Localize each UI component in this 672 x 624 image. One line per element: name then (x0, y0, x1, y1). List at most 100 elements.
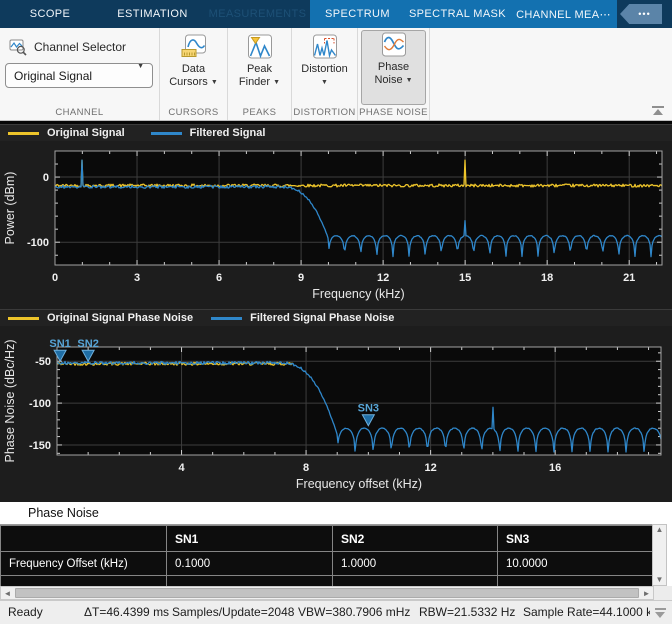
table-header-sn2: SN2 (333, 526, 498, 552)
x-tick-label: 4 (178, 462, 185, 474)
phase-noise-icon (381, 32, 407, 58)
row-label-frequency-offset: Frequency Offset (kHz) (1, 552, 167, 576)
collapse-toolstrip-icon[interactable] (652, 106, 665, 115)
table-header-empty (1, 526, 167, 552)
data-cursors-button[interactable]: Data Cursors ▼ CURSORS (160, 28, 228, 120)
data-cursors-label-line2: Cursors (169, 76, 208, 88)
table-header-row: SN1 SN2 SN3 (1, 526, 653, 552)
data-cursors-icon (181, 34, 207, 60)
table-vertical-scrollbar[interactable]: ▲ ▼ (652, 524, 667, 586)
status-collapse-icon[interactable] (650, 601, 672, 624)
legend-label: Original Signal Phase Noise (47, 312, 193, 324)
x-tick-label: 3 (134, 272, 140, 284)
scroll-right-icon[interactable]: ► (640, 589, 653, 598)
tab-spectral-mask[interactable]: SPECTRAL MASK (405, 0, 510, 28)
toolstrip: Channel Selector Original Signal ▼ CHANN… (0, 28, 672, 121)
status-vbw: VBW=380.7906 mHz (298, 605, 410, 619)
distortion-icon (312, 34, 338, 60)
marker-label-sn2: SN2 (77, 338, 98, 350)
toolbar-spacer (430, 28, 672, 120)
y-tick-label: -150 (29, 440, 51, 452)
x-tick-label: 15 (459, 272, 471, 284)
legend-line-yellow (8, 317, 39, 320)
power-spectrum-plot[interactable]: 0369121518210-100Frequency (kHz)Power (d… (0, 141, 672, 309)
legend-line-blue (151, 132, 182, 135)
status-ready: Ready (8, 605, 43, 619)
marker-label-sn1: SN1 (49, 338, 70, 350)
tab-spectrum[interactable]: SPECTRUM (310, 0, 405, 28)
chevron-down-icon: ▼ (321, 79, 328, 86)
data-cursors-label-line1: Data (182, 63, 205, 75)
tab-scope[interactable]: SCOPE (0, 0, 100, 28)
table-row: Frequency Offset (kHz) 0.1000 1.0000 10.… (1, 552, 653, 576)
spectrum-analyzer-window: SCOPE ESTIMATION MEASUREMENTS SPECTRUM S… (0, 0, 672, 624)
scroll-left-icon[interactable]: ◄ (1, 589, 14, 598)
tab-estimation[interactable]: ESTIMATION (100, 0, 205, 28)
channel-selector-label: Channel Selector (34, 40, 126, 54)
channel-group: Channel Selector Original Signal ▼ CHANN… (0, 28, 160, 120)
channel-dropdown-value: Original Signal (14, 69, 92, 83)
more-tabs-button[interactable]: ••• (620, 4, 662, 24)
table-horizontal-scrollbar[interactable]: ◄ ► (0, 586, 654, 600)
legend-item-original-phase-noise[interactable]: Original Signal Phase Noise (8, 312, 193, 324)
x-axis-label: Frequency (kHz) (312, 287, 404, 301)
x-axis-label: Frequency offset (kHz) (296, 477, 422, 491)
toolstrip-tab-bar: SCOPE ESTIMATION MEASUREMENTS SPECTRUM S… (0, 0, 672, 28)
cursors-section-label: CURSORS (160, 107, 227, 118)
phase-noise-panel: Phase Noise SN1 SN2 SN3 Frequency Offset… (0, 502, 672, 600)
phase-noise-plot[interactable]: 481216-50-100-150Frequency offset (kHz)P… (0, 327, 672, 499)
x-tick-label: 16 (549, 462, 561, 474)
tab-bar-spacer: ••• (617, 0, 672, 28)
y-tick-label: -100 (29, 398, 51, 410)
tab-measurements[interactable]: MEASUREMENTS (205, 0, 310, 28)
peak-finder-icon (247, 34, 273, 60)
phase-noise-table: SN1 SN2 SN3 Frequency Offset (kHz) 0.100… (0, 524, 652, 586)
x-tick-label: 0 (52, 272, 58, 284)
peak-finder-button[interactable]: Peak Finder ▼ PEAKS (228, 28, 292, 120)
status-sample-rate: Sample Rate=44.1000 kHz (523, 605, 667, 619)
channel-dropdown[interactable]: Original Signal ▼ (5, 63, 153, 88)
x-tick-label: 12 (424, 462, 436, 474)
y-tick-label: 0 (43, 172, 49, 184)
x-tick-label: 12 (377, 272, 389, 284)
legend-item-original-signal[interactable]: Original Signal (8, 127, 125, 139)
table-header-sn3: SN3 (498, 526, 653, 552)
cell-sn2-frequency-offset[interactable]: 1.0000 (333, 552, 498, 576)
channel-selector-icon (9, 38, 27, 56)
chevron-down-icon: ▼ (406, 77, 413, 84)
scroll-up-icon[interactable]: ▲ (656, 525, 664, 535)
legend-line-blue (211, 317, 242, 320)
status-rbw: RBW=21.5332 Hz (419, 605, 515, 619)
cell-sn3-frequency-offset[interactable]: 10.0000 (498, 552, 653, 576)
x-tick-label: 8 (303, 462, 309, 474)
scroll-down-icon[interactable]: ▼ (656, 575, 664, 585)
plots-area: Original Signal Filtered Signal 0 3 6 9 12 15… (0, 121, 672, 502)
cell-sn1-frequency-offset[interactable]: 0.1000 (167, 552, 333, 576)
peak-finder-label-line2: Finder (239, 76, 270, 88)
x-tick-label: 21 (623, 272, 635, 284)
peak-finder-label-line1: Peak (247, 63, 272, 75)
scrollbar-corner (654, 586, 672, 600)
status-bar: Ready ΔT=46.4399 ms Samples/Update=2048 … (0, 600, 672, 624)
phase-noise-panel-title: Phase Noise (0, 502, 672, 524)
peaks-section-label: PEAKS (228, 107, 291, 118)
tab-channel-measurements[interactable]: CHANNEL MEA⋯ (510, 0, 617, 28)
phase-noise-plot-legend: Original Signal Phase Noise Filtered Sig… (0, 309, 672, 326)
status-delta-t: ΔT=46.4399 ms (84, 605, 169, 619)
legend-item-filtered-phase-noise[interactable]: Filtered Signal Phase Noise (211, 312, 394, 324)
scrollbar-thumb[interactable] (15, 588, 639, 598)
x-tick-label: 9 (298, 272, 304, 284)
y-axis-label: Phase Noise (dBc/Hz) (3, 340, 17, 463)
marker-label-sn3: SN3 (358, 403, 379, 415)
distortion-button[interactable]: Distortion ▼ DISTORTION (292, 28, 358, 120)
table-header-sn1: SN1 (167, 526, 333, 552)
table-row-partial (1, 576, 653, 587)
phase-noise-button[interactable]: Phase Noise ▼ PHASE NOISE (358, 28, 430, 120)
legend-item-filtered-signal[interactable]: Filtered Signal (151, 127, 266, 139)
legend-label: Filtered Signal Phase Noise (250, 312, 394, 324)
legend-label: Filtered Signal (190, 127, 266, 139)
x-tick-label: 18 (541, 272, 553, 284)
phase-noise-section-label: PHASE NOISE (358, 107, 429, 118)
phase-noise-label-line1: Phase (378, 61, 409, 73)
x-tick-label: 6 (216, 272, 222, 284)
